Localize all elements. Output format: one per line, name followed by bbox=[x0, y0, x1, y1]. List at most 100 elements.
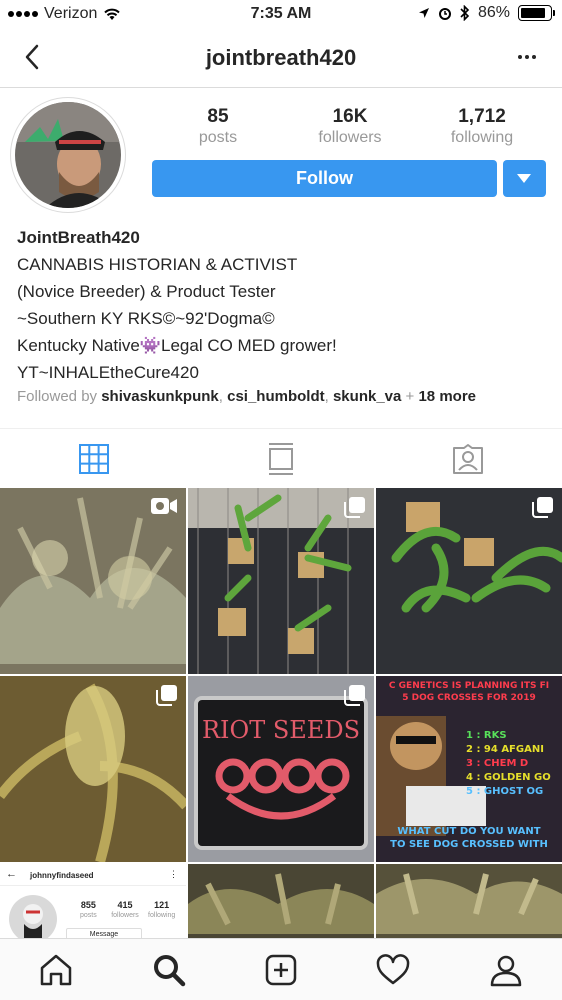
meme-heading: 5 DOG CROSSES FOR 2019 bbox=[402, 693, 535, 703]
tab-activity[interactable] bbox=[337, 939, 449, 1000]
followed-by[interactable]: Followed by shivaskunkpunk, csi_humboldt… bbox=[17, 388, 476, 405]
battery-fill bbox=[521, 8, 546, 18]
profile-header: jointbreath420 bbox=[0, 30, 562, 88]
mini-stat-num: 415 bbox=[117, 900, 133, 910]
post-thumbnail[interactable]: C GENETICS IS PLANNING ITS FI 5 DOG CROS… bbox=[376, 676, 562, 862]
tab-new-post[interactable] bbox=[225, 939, 337, 1000]
caret-down-icon bbox=[517, 174, 531, 183]
posts-label: posts bbox=[198, 129, 238, 146]
search-icon bbox=[153, 954, 185, 986]
avatar-photo bbox=[15, 102, 121, 208]
meme-item: 3 : CHEM D bbox=[466, 758, 528, 769]
post-thumbnail[interactable] bbox=[376, 488, 562, 674]
followed-by-prefix: Followed by bbox=[17, 388, 102, 405]
battery-icon bbox=[518, 5, 555, 21]
bio: JointBreath420 CANNABIS HISTORIAN & ACTI… bbox=[17, 224, 552, 386]
mini-header: ← johnnyfindaseed ⋮ bbox=[0, 864, 186, 886]
post-thumbnail[interactable] bbox=[376, 864, 562, 938]
activity-heart-icon bbox=[377, 953, 410, 984]
post-thumbnail[interactable]: ← johnnyfindaseed ⋮ 855 posts 415 follower… bbox=[0, 864, 186, 938]
mini-stat-label: posts bbox=[79, 912, 97, 919]
post-image bbox=[376, 864, 562, 938]
post-thumbnail[interactable] bbox=[0, 488, 186, 674]
mini-avatar bbox=[9, 895, 57, 938]
tagged-icon bbox=[453, 443, 484, 474]
grid-icon bbox=[78, 443, 109, 474]
profile-tabs bbox=[0, 428, 562, 488]
follow-button[interactable]: Follow bbox=[152, 160, 497, 197]
meme-item: 4 : GOLDEN GO bbox=[466, 772, 551, 783]
stat-posts[interactable]: 85 posts bbox=[152, 106, 284, 147]
follower-link[interactable]: csi_humboldt bbox=[227, 388, 325, 405]
bio-line: (Novice Breeder) & Product Tester bbox=[17, 282, 276, 301]
new-post-icon bbox=[265, 954, 297, 985]
bio-line: Kentucky Native👾Legal CO MED grower! bbox=[17, 336, 337, 355]
bluetooth-icon bbox=[460, 5, 470, 21]
post-thumbnail[interactable]: RIOT SEEDS bbox=[188, 676, 374, 862]
riot-seeds-text: RIOT SEEDS bbox=[202, 716, 360, 744]
mini-stat-label: followers bbox=[111, 912, 139, 919]
mini-stat-label: following bbox=[148, 912, 176, 919]
mini-stat-num: 855 bbox=[80, 900, 96, 910]
mini-stats: 855 posts 415 followers 121 following bbox=[70, 900, 180, 919]
status-bar: Verizon 7:35 AM 86% bbox=[0, 0, 562, 30]
meme-footer: WHAT CUT DO YOU WANT bbox=[397, 826, 540, 837]
post-grid: RIOT SEEDS C GENETICS IS PLANNING ITS FI… bbox=[0, 488, 562, 938]
following-count: 1,712 bbox=[458, 106, 506, 127]
tab-home[interactable] bbox=[0, 939, 112, 1000]
follower-link[interactable]: skunk_va bbox=[333, 388, 401, 405]
video-icon bbox=[151, 498, 177, 514]
followers-label: followers bbox=[318, 129, 382, 146]
following-label: following bbox=[450, 129, 514, 146]
meme-item: 2 : 94 AFGANI bbox=[466, 744, 544, 755]
mini-back-icon: ← bbox=[6, 868, 17, 880]
followers-count: 16K bbox=[332, 106, 368, 127]
post-thumbnail[interactable] bbox=[188, 864, 374, 938]
follower-link[interactable]: shivaskunkpunk bbox=[101, 388, 219, 405]
mini-message-button: Message bbox=[66, 928, 142, 938]
tab-tagged[interactable] bbox=[375, 429, 562, 488]
suggested-users-button[interactable] bbox=[503, 160, 546, 197]
mini-profile-screenshot: ← johnnyfindaseed ⋮ 855 posts 415 follower… bbox=[0, 864, 186, 938]
carousel-icon bbox=[344, 685, 365, 706]
profile-stats: 85 posts 16K followers 1,712 following bbox=[152, 106, 548, 147]
bio-full-name: JointBreath420 bbox=[17, 228, 140, 247]
tab-search[interactable] bbox=[112, 939, 224, 1000]
carousel-icon bbox=[156, 685, 177, 706]
profile-icon bbox=[490, 955, 522, 986]
carousel-icon bbox=[344, 497, 365, 518]
separator: + bbox=[401, 388, 419, 405]
stat-following[interactable]: 1,712 following bbox=[416, 106, 548, 147]
avatar[interactable] bbox=[10, 97, 126, 213]
bio-line: YT~INHALEtheCure420 bbox=[17, 363, 199, 382]
status-right: 86% bbox=[418, 4, 555, 22]
meme-item: 5 : GHOST OG bbox=[466, 786, 543, 797]
battery-percent: 86% bbox=[477, 4, 510, 21]
feed-icon bbox=[268, 442, 293, 475]
bio-line: CANNABIS HISTORIAN & ACTIVIST bbox=[17, 255, 298, 274]
username-title: jointbreath420 bbox=[205, 45, 357, 70]
posts-count: 85 bbox=[207, 106, 229, 127]
stat-followers[interactable]: 16K followers bbox=[284, 106, 416, 147]
meme-heading: C GENETICS IS PLANNING ITS FI bbox=[389, 681, 549, 691]
separator: , bbox=[324, 388, 333, 405]
mini-username: johnnyfindaseed bbox=[30, 871, 94, 880]
more-horizontal-icon[interactable] bbox=[512, 42, 542, 72]
bio-line: ~Southern KY RKS©~92'Dogma© bbox=[17, 309, 275, 328]
bottom-tab-bar bbox=[0, 938, 562, 1000]
meme-footer: TO SEE DOG CROSSED WITH bbox=[390, 839, 548, 850]
tab-feed[interactable] bbox=[187, 429, 374, 488]
mini-stat-num: 121 bbox=[154, 900, 170, 910]
post-image bbox=[188, 864, 374, 938]
more-followers-link[interactable]: 18 more bbox=[418, 388, 476, 405]
tab-profile[interactable] bbox=[450, 939, 562, 1000]
home-icon bbox=[40, 954, 72, 985]
carousel-icon bbox=[532, 497, 553, 518]
post-image: C GENETICS IS PLANNING ITS FI 5 DOG CROS… bbox=[376, 676, 562, 862]
meme-item: 1 : RKS bbox=[466, 730, 507, 741]
post-thumbnail[interactable] bbox=[0, 676, 186, 862]
post-thumbnail[interactable] bbox=[188, 488, 374, 674]
location-icon bbox=[418, 8, 429, 18]
tab-grid[interactable] bbox=[0, 429, 187, 488]
separator: , bbox=[218, 388, 228, 405]
